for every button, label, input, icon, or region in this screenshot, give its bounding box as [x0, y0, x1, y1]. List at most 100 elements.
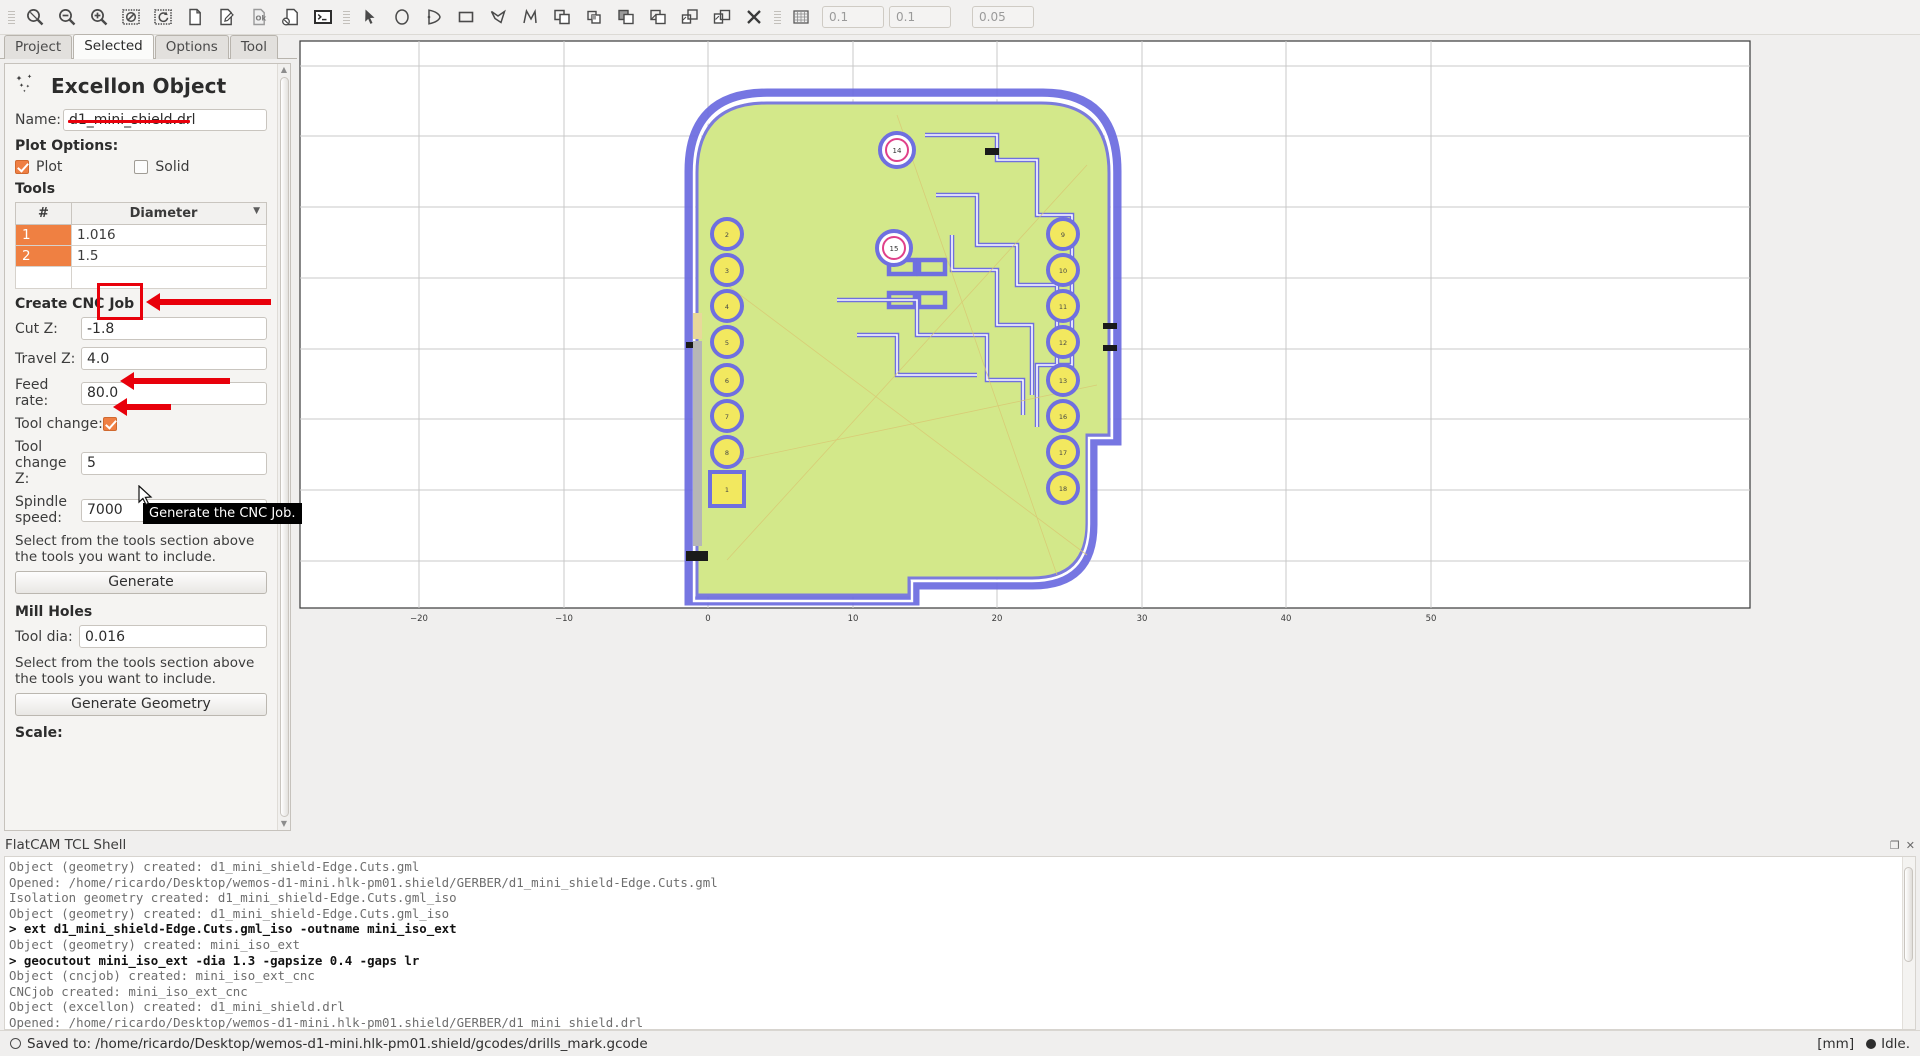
tab-project[interactable]: Project: [4, 35, 73, 59]
shell-command-line: > ext d1_mini_shield-Edge.Cuts.gml_iso -…: [9, 921, 457, 937]
svg-text:20: 20: [992, 614, 1003, 624]
activity-icon: [1866, 1038, 1877, 1049]
snap-max-input[interactable]: [972, 6, 1034, 28]
shell-command-line: > geocutout mini_iso_ext -dia 1.3 -gapsi…: [9, 952, 420, 968]
travel-z-row: Travel Z:: [15, 347, 267, 370]
svg-text:Ok: Ok: [256, 15, 267, 23]
add-arc-icon[interactable]: [418, 2, 450, 32]
status-message: Saved to: /home/ricardo/Desktop/wemos-d1…: [27, 1035, 648, 1052]
tool-change-z-label: Tool change Z:: [15, 439, 67, 487]
scrollbar-thumb[interactable]: [279, 77, 289, 817]
shell-line: Object (geometry) created: mini_iso_ext: [9, 936, 300, 952]
shell-scrollbar-thumb[interactable]: [1904, 867, 1913, 962]
replot-icon[interactable]: [147, 2, 179, 32]
drill-marker: 15: [875, 229, 913, 267]
spindle-speed-label: Spindle speed:: [15, 494, 67, 526]
cut-z-field[interactable]: [81, 317, 267, 340]
shell-float-icon[interactable]: ❐: [1890, 839, 1900, 852]
toolbar-grip-1[interactable]: [7, 6, 16, 28]
shell-scrollbar[interactable]: [1902, 857, 1915, 1029]
shell-output[interactable]: Object (geometry) created: d1_mini_shiel…: [4, 856, 1916, 1030]
shell-line: Object (geometry) created: d1_mini_shiel…: [9, 905, 450, 921]
table-row[interactable]: 2 1.5: [15, 245, 267, 267]
clear-plot-icon[interactable]: [115, 2, 147, 32]
svg-text:8: 8: [725, 449, 729, 457]
shell-toggle-icon[interactable]: [307, 2, 339, 32]
zoom-fit-icon[interactable]: [19, 2, 51, 32]
generate-geometry-button[interactable]: Generate Geometry: [15, 693, 267, 716]
travel-z-field[interactable]: [81, 347, 267, 370]
shell-line: Object (cncjob) created: mini_iso_ext_cn…: [9, 968, 315, 984]
tab-options[interactable]: Options: [154, 35, 229, 59]
union-icon[interactable]: [546, 2, 578, 32]
panel-scrollbar[interactable]: ▲ ▼: [277, 64, 290, 830]
add-path-icon[interactable]: [514, 2, 546, 32]
paint-icon[interactable]: [706, 2, 738, 32]
scroll-up-icon[interactable]: ▲: [281, 66, 287, 74]
scale-heading: Scale:: [15, 725, 63, 741]
cut-z-row: Cut Z:: [15, 317, 267, 340]
scroll-down-icon[interactable]: ▼: [281, 820, 287, 828]
delete-shape-icon[interactable]: [738, 2, 770, 32]
status-bar: Saved to: /home/ricardo/Desktop/wemos-d1…: [0, 1030, 1920, 1056]
object-name-input[interactable]: [63, 109, 267, 131]
svg-text:2: 2: [725, 231, 729, 239]
svg-text:11: 11: [1059, 303, 1067, 311]
generate-tooltip: Generate the CNC Job.: [143, 503, 302, 524]
zoom-in-icon[interactable]: [83, 2, 115, 32]
svg-text:50: 50: [1426, 614, 1437, 624]
tool-dia-field[interactable]: [79, 625, 267, 648]
add-circle-icon[interactable]: [386, 2, 418, 32]
tools-table: # Diameter ▼ 1 1.016 2 1.5: [15, 202, 267, 289]
svg-text:16: 16: [1059, 413, 1067, 421]
main-toolbar: Ok: [0, 0, 1920, 35]
annotation-arrow-tool-change-z: [113, 398, 171, 416]
select-tool-icon[interactable]: [354, 2, 386, 32]
svg-text:10: 10: [848, 614, 859, 624]
copy-icon[interactable]: [674, 2, 706, 32]
tool-change-checkbox[interactable]: [103, 417, 117, 431]
shell-close-icon[interactable]: ✕: [1906, 839, 1915, 852]
add-polygon-icon[interactable]: [482, 2, 514, 32]
snap-grid-icon[interactable]: [785, 2, 817, 32]
svg-text:12: 12: [1059, 339, 1067, 347]
delete-object-icon[interactable]: [275, 2, 307, 32]
save-object-icon[interactable]: Ok: [243, 2, 275, 32]
tool-change-z-field[interactable]: [81, 451, 267, 475]
table-row[interactable]: 1 1.016: [15, 224, 267, 246]
sort-caret-icon: ▼: [253, 206, 260, 216]
toolbar-grip-2[interactable]: [342, 6, 351, 28]
toolbar-grip-3[interactable]: [773, 6, 782, 28]
solid-checkbox[interactable]: [134, 160, 149, 174]
plot-checkbox[interactable]: [15, 160, 29, 174]
plot-area[interactable]: 0 5 10 15 20 25 30 35 −20 −10 0 10: [297, 35, 1920, 835]
name-row: Name:: [15, 109, 267, 131]
add-rectangle-icon[interactable]: [450, 2, 482, 32]
svg-text:14: 14: [893, 147, 902, 155]
snap-y-input[interactable]: [889, 6, 951, 28]
svg-text:13: 13: [1059, 377, 1067, 385]
empty-cell: [15, 266, 72, 289]
plot-options-row: Plot Solid: [15, 159, 267, 175]
tool-change-label: Tool change:: [15, 416, 103, 432]
tab-selected[interactable]: Selected: [73, 34, 154, 59]
new-blank-geometry-icon[interactable]: [179, 2, 211, 32]
svg-text:−10: −10: [555, 614, 573, 624]
plot-options-label: Plot Options:: [15, 138, 119, 154]
svg-text:10: 10: [1059, 267, 1067, 275]
subtract-icon[interactable]: [610, 2, 642, 32]
snap-x-input[interactable]: [822, 6, 884, 28]
tools-col-diameter[interactable]: Diameter ▼: [71, 202, 267, 225]
tab-tool[interactable]: Tool: [229, 35, 279, 59]
zoom-out-icon[interactable]: [51, 2, 83, 32]
cutout-icon[interactable]: [642, 2, 674, 32]
svg-text:30: 30: [1137, 614, 1148, 624]
pcb-plot-canvas[interactable]: 0 5 10 15 20 25 30 35 −20 −10 0 10: [297, 35, 1920, 835]
generate-button[interactable]: Generate: [15, 571, 267, 594]
intersection-icon[interactable]: [578, 2, 610, 32]
edit-object-icon[interactable]: [211, 2, 243, 32]
panel-tabs: Project Selected Options Tool: [0, 34, 297, 59]
svg-text:40: 40: [1281, 614, 1292, 624]
tools-col-index[interactable]: #: [15, 202, 72, 225]
shell-line: Object (geometry) created: d1_mini_shiel…: [9, 859, 420, 874]
